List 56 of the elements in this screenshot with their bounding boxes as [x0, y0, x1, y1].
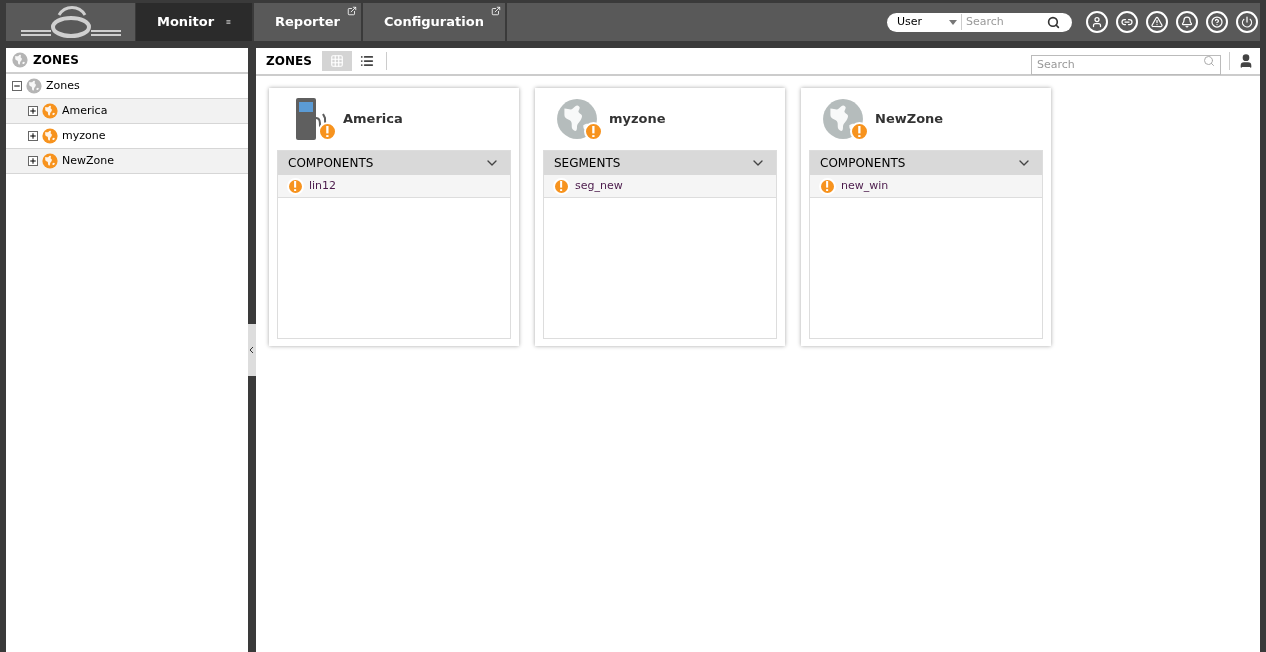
panel-title: ZONES — [33, 52, 79, 69]
tree-item[interactable]: Zones — [46, 77, 80, 95]
collapse-toggle[interactable] — [12, 81, 22, 91]
globe-icon — [42, 153, 58, 169]
plus-icon — [29, 157, 37, 165]
caret-icon — [949, 19, 957, 25]
plus-icon — [29, 107, 37, 115]
globe-icon — [822, 98, 864, 140]
logo-icon — [18, 5, 123, 39]
bell-icon[interactable] — [1176, 11, 1198, 33]
list-item[interactable]: seg_new — [575, 177, 623, 195]
grid-icon — [329, 54, 344, 68]
search-icon — [1047, 15, 1060, 29]
fuel-pump-icon — [294, 98, 328, 140]
section-header[interactable]: COMPONENTS — [278, 151, 510, 175]
external-link-icon — [490, 6, 501, 16]
globe-icon — [42, 128, 58, 144]
expand-toggle[interactable] — [28, 106, 38, 116]
nav-tab[interactable]: Configuration — [362, 3, 507, 41]
help-icon[interactable] — [1206, 11, 1228, 33]
plus-icon — [29, 132, 37, 140]
tree-item[interactable]: myzone — [62, 127, 106, 145]
collapse-handle[interactable] — [248, 324, 256, 376]
globe-icon — [26, 78, 42, 94]
nav-tab[interactable]: Monitor — [136, 3, 254, 41]
globe-icon — [12, 52, 28, 68]
minus-icon — [13, 82, 21, 90]
chevron-left-icon — [250, 347, 254, 353]
power-icon[interactable] — [1236, 11, 1258, 33]
external-link-icon — [346, 6, 357, 16]
expand-toggle[interactable] — [28, 156, 38, 166]
card-title: America — [343, 110, 403, 129]
link-icon[interactable] — [1116, 11, 1138, 33]
search-input[interactable]: Search — [962, 13, 1047, 31]
alert-icon[interactable] — [1146, 11, 1168, 33]
list-item[interactable]: new_win — [841, 177, 889, 195]
globe-icon — [42, 103, 58, 119]
page-title: ZONES — [266, 53, 312, 70]
expand-toggle[interactable] — [28, 131, 38, 141]
card-title: myzone — [609, 110, 666, 129]
scope-dropdown[interactable]: User — [887, 13, 962, 31]
list-icon — [359, 54, 374, 68]
globe-icon — [556, 98, 598, 140]
card-title: NewZone — [875, 110, 944, 129]
search-icon — [1203, 55, 1215, 67]
nav-tab[interactable]: Reporter — [254, 3, 363, 41]
list-item[interactable]: lin12 — [309, 177, 337, 195]
section-header[interactable]: SEGMENTS — [544, 151, 776, 175]
tree-item[interactable]: NewZone — [62, 152, 114, 170]
warning-icon — [318, 121, 337, 141]
search-field[interactable]: Search — [1031, 54, 1221, 75]
user-settings-icon[interactable] — [1238, 53, 1254, 69]
section-header[interactable]: COMPONENTS — [810, 151, 1042, 175]
user-icon[interactable] — [1086, 11, 1108, 33]
search-field[interactable]: User Search — [887, 12, 1072, 32]
tree-item[interactable]: America — [62, 102, 108, 120]
